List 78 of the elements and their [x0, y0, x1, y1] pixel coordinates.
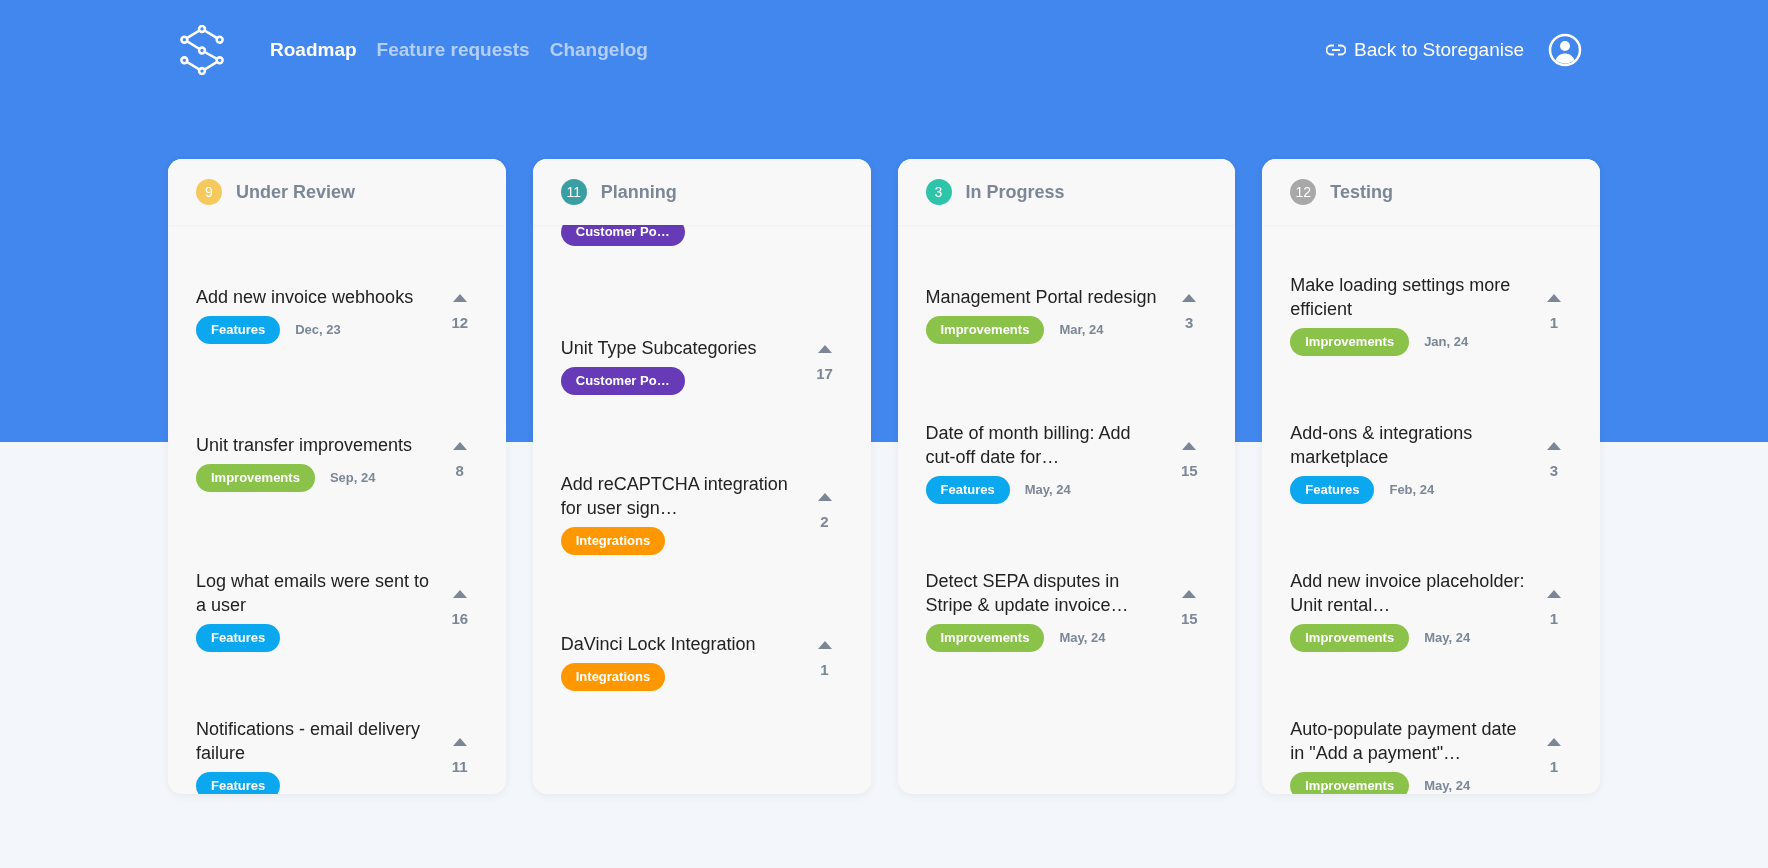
category-tag: Improvements: [1290, 771, 1410, 794]
item-title[interactable]: Add new invoice placeholder: Unit rental…: [1290, 568, 1527, 617]
category-tag: Features: [196, 623, 281, 652]
item-title[interactable]: Unit transfer improvements: [196, 432, 432, 457]
caret-up-icon: [1547, 589, 1561, 598]
upvote-button[interactable]: 1: [1534, 589, 1574, 631]
item-date: May, 24: [1424, 628, 1471, 647]
link-icon: [1325, 44, 1346, 56]
nav-link[interactable]: Roadmap: [270, 35, 357, 65]
item-title[interactable]: Detect SEPA disputes in Stripe & update invoice…: [925, 568, 1162, 617]
upvote-button[interactable]: 15: [1169, 589, 1210, 631]
column-title: In Progress: [965, 180, 1065, 204]
caret-up-icon: [1547, 293, 1561, 302]
item-title[interactable]: DaVinci Lock Integration: [560, 631, 797, 656]
upvote-button[interactable]: 12: [439, 293, 480, 335]
caret-up-icon: [1182, 589, 1197, 598]
item-title[interactable]: Add new invoice webhooks: [196, 284, 432, 309]
item-date: Sep, 24: [329, 468, 376, 487]
caret-up-icon: [452, 589, 467, 598]
caret-up-icon: [817, 344, 832, 353]
upvote-button[interactable]: 1: [1534, 737, 1574, 779]
item-date: May, 24: [1059, 628, 1106, 647]
caret-up-icon: [452, 293, 467, 302]
category-tag: Improvements: [925, 623, 1045, 652]
upvote-button[interactable]: 8: [439, 441, 480, 483]
column-title: Planning: [600, 180, 677, 204]
item-date: Dec, 23: [295, 320, 341, 339]
caret-up-icon: [817, 640, 832, 649]
nav-link[interactable]: Changelog: [549, 35, 648, 65]
category-tag: Customer Po…: [560, 225, 685, 246]
category-tag: Integrations: [560, 526, 666, 555]
upvote-button[interactable]: 17: [804, 344, 845, 386]
upvote-button[interactable]: 11: [439, 737, 480, 779]
caret-up-icon: [817, 492, 832, 501]
category-tag: Improvements: [1290, 327, 1410, 356]
caret-up-icon: [1182, 293, 1197, 302]
upvote-button[interactable]: 1: [804, 640, 845, 682]
category-tag: Features: [196, 315, 281, 344]
count-badge: 11: [560, 179, 587, 205]
item-date: Mar, 24: [1059, 320, 1104, 339]
item-title[interactable]: Add-ons & integrations marketplace: [1290, 420, 1527, 469]
category-tag: Improvements: [196, 463, 315, 492]
upvote-button[interactable]: 3: [1169, 293, 1210, 335]
category-tag: Improvements: [925, 315, 1045, 344]
count-badge: 9: [196, 179, 222, 205]
count-badge: 12: [1290, 179, 1317, 205]
logo-icon[interactable]: [178, 25, 226, 75]
caret-up-icon: [452, 737, 467, 746]
column-title: Testing: [1330, 180, 1393, 204]
column-title: Under Review: [236, 180, 356, 204]
upvote-button[interactable]: 2: [804, 492, 845, 534]
item-title[interactable]: Make loading settings more efficient: [1290, 272, 1527, 321]
item-title[interactable]: Add reCAPTCHA integration for user sign…: [560, 471, 797, 520]
category-tag: Features: [1290, 475, 1375, 504]
count-badge: 3: [925, 179, 952, 205]
upvote-button[interactable]: 15: [1169, 441, 1210, 483]
upvote-button[interactable]: 3: [1534, 441, 1574, 483]
nav-link[interactable]: Feature requests: [376, 35, 530, 65]
back-link[interactable]: Back to Storeganise: [1325, 35, 1524, 65]
item-date: Feb, 24: [1389, 480, 1435, 499]
item-date: May, 24: [1424, 776, 1471, 794]
item-title[interactable]: Log what emails were sent to a user: [196, 568, 432, 617]
category-tag: Features: [196, 771, 281, 794]
item-title[interactable]: Management Portal redesign: [925, 284, 1162, 309]
caret-up-icon: [1547, 737, 1561, 746]
user-avatar-icon[interactable]: [1548, 33, 1582, 67]
item-title[interactable]: Notifications - email delivery failure: [196, 716, 432, 765]
category-tag: Integrations: [560, 662, 666, 691]
upvote-button[interactable]: 1: [1534, 293, 1574, 335]
category-tag: Improvements: [1290, 623, 1410, 652]
item-title[interactable]: Date of month billing: Add cut-off date for…: [925, 420, 1162, 469]
category-tag: Features: [925, 475, 1010, 504]
item-title[interactable]: Auto-populate payment date in "Add a payment"…: [1290, 716, 1527, 765]
item-title[interactable]: Unit Type Subcategories: [560, 335, 797, 360]
item-date: May, 24: [1024, 480, 1071, 499]
upvote-button[interactable]: 16: [439, 589, 480, 631]
category-tag: Customer Po…: [560, 366, 685, 395]
item-date: Jan, 24: [1424, 332, 1469, 351]
